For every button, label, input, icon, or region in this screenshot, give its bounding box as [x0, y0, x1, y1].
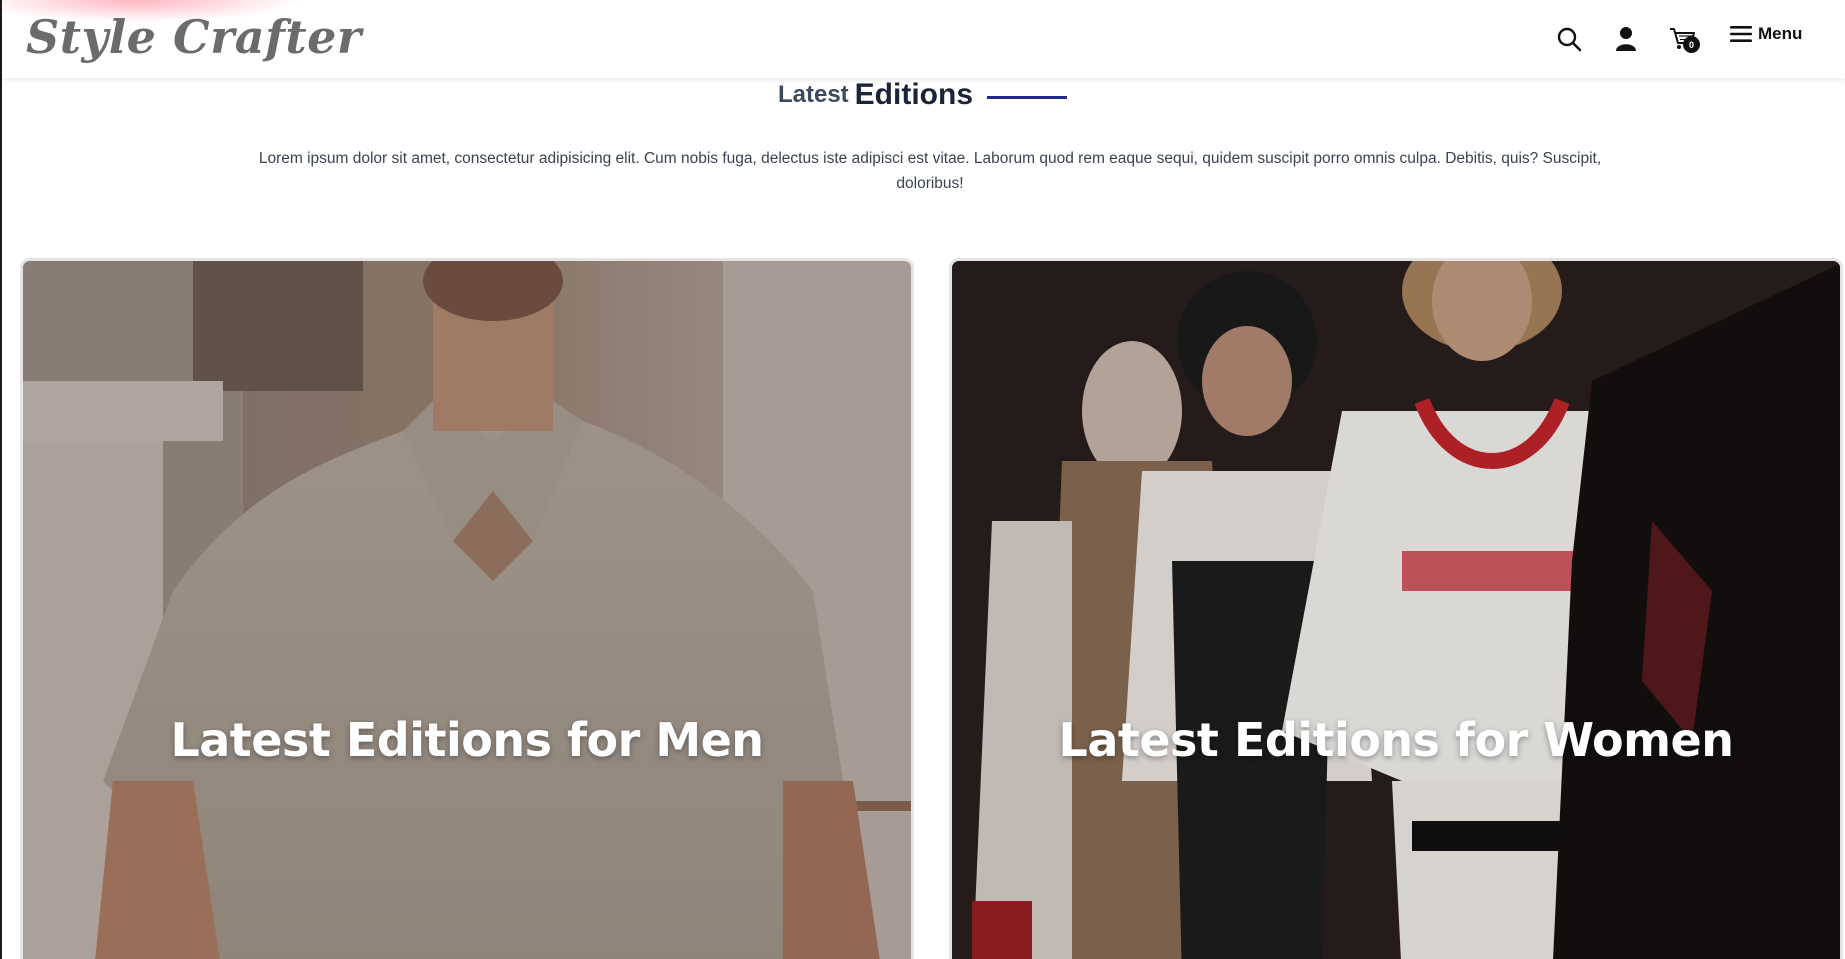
- title-accent-line: [987, 95, 1068, 99]
- section-title-light: Latest: [777, 81, 849, 108]
- user-icon: [1616, 27, 1636, 51]
- site-logo[interactable]: Style Crafter: [26, 10, 362, 64]
- menu-label: Menu: [1758, 24, 1803, 43]
- men-editions-card[interactable]: Latest Editions for Men: [20, 258, 914, 959]
- search-button[interactable]: [1552, 22, 1586, 56]
- women-editions-card[interactable]: Latest Editions for Women: [949, 258, 1843, 959]
- search-icon: [1557, 27, 1582, 52]
- men-card-caption[interactable]: Latest Editions for Men: [23, 713, 911, 767]
- section-heading: Latest Editions: [0, 78, 1845, 112]
- section-intro: Lorem ipsum dolor sit amet, consectetur …: [258, 150, 1602, 192]
- menu-button[interactable]: Menu: [1730, 24, 1802, 44]
- site-header: Style Crafter 0 Menu: [2, 0, 1845, 78]
- cart-button[interactable]: 0: [1666, 22, 1700, 56]
- women-card-caption[interactable]: Latest Editions for Women: [952, 713, 1840, 767]
- cart-count-badge: 0: [1683, 36, 1700, 53]
- hamburger-icon: [1730, 26, 1752, 42]
- section-title-bold: Editions: [854, 78, 974, 111]
- account-button[interactable]: [1609, 22, 1643, 56]
- women-photo: [952, 261, 1840, 959]
- window-edge: [0, 0, 2, 959]
- men-photo: [23, 261, 911, 959]
